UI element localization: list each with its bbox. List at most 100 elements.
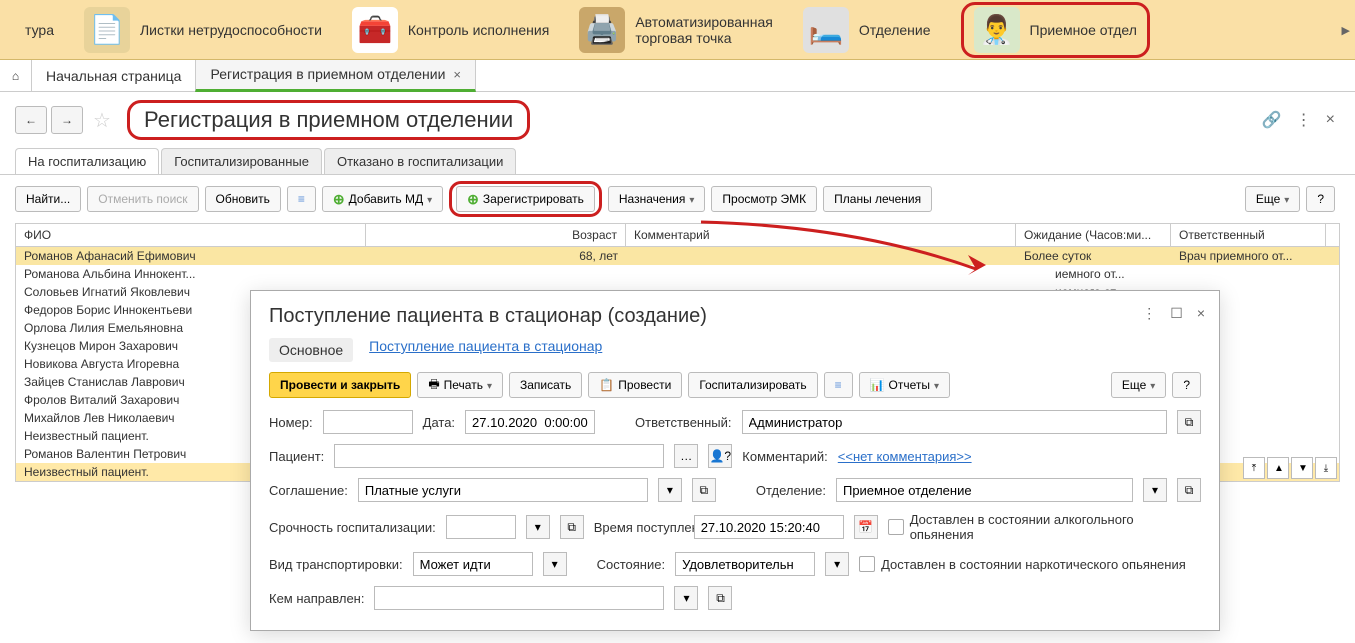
close-page-icon[interactable]: × (1326, 111, 1335, 129)
comment-link[interactable]: <<нет комментария>> (838, 449, 972, 464)
find-button[interactable]: Найти... (15, 186, 81, 212)
reports-button[interactable]: 📊Отчеты (859, 372, 950, 398)
refresh-button[interactable]: Обновить (205, 186, 281, 212)
nav-item-admission[interactable]: 👨‍⚕️ Приемное отдел (961, 2, 1150, 58)
agreement-input[interactable] (358, 478, 648, 502)
view-emk-button[interactable]: Просмотр ЭМК (711, 186, 817, 212)
breadcrumb: ⌂ Начальная страница Регистрация в прием… (0, 60, 1355, 92)
dialog-kebab-icon[interactable]: ⋮ (1142, 305, 1156, 322)
col-wait-header[interactable]: Ожидание (Часов:ми... (1016, 224, 1171, 246)
post-button[interactable]: 📋Провести (588, 372, 682, 398)
urgency-dd-button[interactable]: ▾ (526, 515, 550, 539)
department-dd-button[interactable]: ▾ (1143, 478, 1167, 502)
referred-input[interactable] (374, 586, 664, 610)
list-button[interactable]: ≡ (287, 186, 316, 212)
responsible-input[interactable] (742, 410, 1168, 434)
transport-label: Вид транспортировки: (269, 557, 403, 572)
open-ref-button[interactable]: ⧉ (1177, 410, 1201, 434)
dialog-more-button[interactable]: Еще (1111, 372, 1166, 398)
table-row[interactable]: Романов Афанасий Ефимович68, летБолее су… (16, 247, 1339, 265)
scroll-down-button[interactable]: ▼ (1291, 457, 1313, 479)
transport-input[interactable] (413, 552, 533, 576)
open-icon: ⧉ (1185, 415, 1194, 430)
tab-for-hospitalization[interactable]: На госпитализацию (15, 148, 159, 174)
col-age-header[interactable]: Возраст (366, 224, 626, 246)
dialog-tab-link[interactable]: Поступление пациента в стационар (369, 338, 602, 362)
col-comment-header[interactable]: Комментарий (626, 224, 1016, 246)
patient-select-button[interactable]: … (674, 444, 698, 468)
alcohol-checkbox[interactable] (888, 519, 904, 535)
dialog-toolbar: Провести и закрыть 🖶Печать Записать 📋Про… (269, 372, 1201, 398)
nav-item-sicklists[interactable]: 📄 Листки нетрудоспособности (84, 7, 322, 53)
cancel-find-button[interactable]: Отменить поиск (87, 186, 198, 212)
urgency-open-button[interactable]: ⧉ (560, 515, 584, 539)
register-button[interactable]: ⊕Зарегистрировать (456, 186, 595, 212)
favorite-button[interactable]: ☆ (93, 108, 117, 132)
plus-icon: ⊕ (467, 191, 479, 208)
cell-fio: Кузнецов Мирон Захарович (16, 337, 242, 355)
post-close-button[interactable]: Провести и закрыть (269, 372, 411, 398)
list-button-2[interactable]: ≡ (824, 372, 853, 398)
cell-comment (626, 247, 1016, 265)
kebab-icon[interactable]: ⋮ (1296, 110, 1312, 130)
help-button[interactable]: ? (1306, 186, 1335, 212)
col-resp-header[interactable]: Ответственный (1171, 224, 1326, 246)
calendar-button[interactable]: 📅 (854, 515, 878, 539)
scroll-top-button[interactable]: ⤒ (1243, 457, 1265, 479)
print-button[interactable]: 🖶Печать (417, 372, 503, 398)
scroll-up-button[interactable]: ▲ (1267, 457, 1289, 479)
tab-hospitalized[interactable]: Госпитализированные (161, 148, 322, 174)
nav-item-department[interactable]: 🛏️ Отделение (803, 7, 931, 53)
save-button[interactable]: Записать (509, 372, 582, 398)
register-highlight: ⊕Зарегистрировать (449, 181, 602, 217)
bed-icon: 🛏️ (803, 7, 849, 53)
link-icon[interactable]: 🔗 (1262, 110, 1282, 130)
hospitalize-button[interactable]: Госпитализировать (688, 372, 817, 398)
nav-label: Контроль исполнения (408, 22, 549, 38)
urgency-input[interactable] (446, 515, 516, 539)
referred-dd-button[interactable]: ▾ (674, 586, 698, 610)
dialog-maximize-icon[interactable]: ☐ (1170, 305, 1183, 322)
dialog-title: Поступление пациента в стационар (создан… (269, 305, 1201, 328)
number-input[interactable] (323, 410, 413, 434)
forward-button[interactable]: → (51, 106, 83, 134)
nav-item-tura[interactable]: тура (25, 22, 54, 38)
nav-item-control[interactable]: 🧰 Контроль исполнения (352, 7, 549, 53)
patient-help-button[interactable]: 👤? (708, 444, 732, 468)
add-md-button[interactable]: ⊕Добавить МД (322, 186, 443, 212)
col-fio-header[interactable]: ФИО (16, 224, 366, 246)
patient-input[interactable] (334, 444, 664, 468)
tab-refused[interactable]: Отказано в госпитализации (324, 148, 516, 174)
nav-item-pos[interactable]: 🖨️ Автоматизированная торговая точка (579, 7, 773, 53)
referred-open-button[interactable]: ⧉ (708, 586, 732, 610)
breadcrumb-home[interactable]: Начальная страница (32, 60, 195, 92)
dialog-close-icon[interactable]: × (1197, 305, 1205, 322)
agreement-dd-button[interactable]: ▾ (658, 478, 682, 502)
condition-dd-button[interactable]: ▾ (825, 552, 849, 576)
top-nav-toolbar: тура 📄 Листки нетрудоспособности 🧰 Контр… (0, 0, 1355, 60)
department-open-button[interactable]: ⧉ (1177, 478, 1201, 502)
appointments-button[interactable]: Назначения (608, 186, 706, 212)
nav-label: Листки нетрудоспособности (140, 22, 322, 38)
condition-input[interactable] (675, 552, 815, 576)
nav-label: Отделение (859, 22, 931, 38)
close-icon[interactable]: × (453, 67, 461, 82)
agreement-open-button[interactable]: ⧉ (692, 478, 716, 502)
more-button[interactable]: Еще (1245, 186, 1300, 212)
department-input[interactable] (836, 478, 1133, 502)
patient-label: Пациент: (269, 449, 324, 464)
back-button[interactable]: ← (15, 106, 47, 134)
treatment-plans-button[interactable]: Планы лечения (823, 186, 932, 212)
home-button[interactable]: ⌂ (0, 60, 32, 92)
scroll-bottom-button[interactable]: ⤓ (1315, 457, 1337, 479)
arrival-time-input[interactable] (694, 515, 844, 539)
dialog-help-button[interactable]: ? (1172, 372, 1201, 398)
breadcrumb-active-tab[interactable]: Регистрация в приемном отделении × (195, 60, 476, 92)
nav-scroll-right-icon[interactable] (1342, 23, 1350, 37)
drugs-checkbox[interactable] (859, 556, 875, 572)
transport-dd-button[interactable]: ▾ (543, 552, 567, 576)
dialog-tab-main[interactable]: Основное (269, 338, 353, 362)
cell-fio: Неизвестный пациент. (16, 463, 242, 481)
date-input[interactable] (465, 410, 595, 434)
table-row[interactable]: Романова Альбина Иннокент...иемного от..… (16, 265, 1339, 283)
